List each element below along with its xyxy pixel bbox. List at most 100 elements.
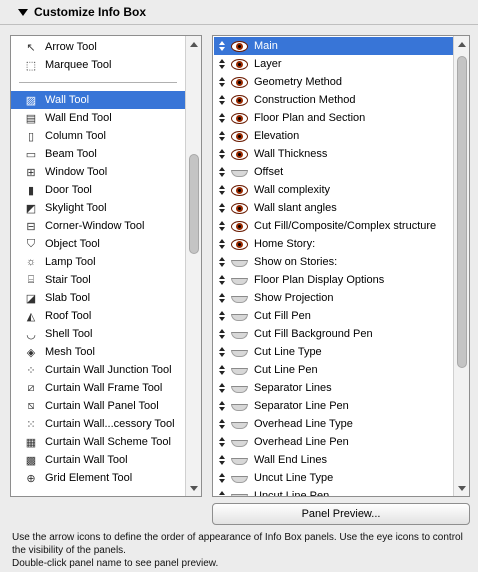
tool-list-item[interactable]: ▤ Wall End Tool: [11, 109, 185, 127]
reorder-arrows-icon[interactable]: [217, 273, 227, 287]
panel-list-item[interactable]: Offset: [214, 163, 453, 181]
eye-closed-icon[interactable]: [231, 455, 248, 466]
panel-list-item[interactable]: Wall complexity: [214, 181, 453, 199]
tool-list-item[interactable]: ▩ Curtain Wall Tool: [11, 451, 185, 469]
scroll-down-arrow-icon[interactable]: [186, 480, 201, 496]
reorder-arrows-icon[interactable]: [217, 291, 227, 305]
reorder-arrows-icon[interactable]: [217, 327, 227, 341]
panel-list-item[interactable]: Show on Stories:: [214, 253, 453, 271]
eye-closed-icon[interactable]: [231, 167, 248, 178]
eye-open-icon[interactable]: [231, 130, 248, 142]
eye-closed-icon[interactable]: [231, 329, 248, 340]
eye-open-icon[interactable]: [231, 220, 248, 232]
tool-list-item[interactable]: ◡ Shell Tool: [11, 325, 185, 343]
eye-closed-icon[interactable]: [231, 491, 248, 496]
reorder-arrows-icon[interactable]: [217, 183, 227, 197]
tool-list-item[interactable]: ◭ Roof Tool: [11, 307, 185, 325]
tool-list-item[interactable]: ▭ Beam Tool: [11, 145, 185, 163]
tool-list-item[interactable]: ▦ Curtain Wall Scheme Tool: [11, 433, 185, 451]
eye-closed-icon[interactable]: [231, 311, 248, 322]
tool-list-item[interactable]: ▯ Column Tool: [11, 127, 185, 145]
panel-list-item[interactable]: Floor Plan Display Options: [214, 271, 453, 289]
eye-open-icon[interactable]: [231, 202, 248, 214]
tool-list-item[interactable]: ◩ Skylight Tool: [11, 199, 185, 217]
tool-list-item[interactable]: ⧅ Curtain Wall Panel Tool: [11, 397, 185, 415]
reorder-arrows-icon[interactable]: [217, 129, 227, 143]
eye-closed-icon[interactable]: [231, 473, 248, 484]
reorder-arrows-icon[interactable]: [217, 165, 227, 179]
panel-list-item[interactable]: Layer: [214, 55, 453, 73]
reorder-arrows-icon[interactable]: [217, 75, 227, 89]
tool-list-item[interactable]: ⛉ Object Tool: [11, 235, 185, 253]
eye-open-icon[interactable]: [231, 238, 248, 250]
panel-list-item[interactable]: Main: [214, 37, 453, 55]
eye-closed-icon[interactable]: [231, 257, 248, 268]
eye-closed-icon[interactable]: [231, 293, 248, 304]
reorder-arrows-icon[interactable]: [217, 309, 227, 323]
eye-open-icon[interactable]: [231, 184, 248, 196]
reorder-arrows-icon[interactable]: [217, 471, 227, 485]
panel-list-item[interactable]: Separator Lines: [214, 379, 453, 397]
reorder-arrows-icon[interactable]: [217, 255, 227, 269]
panel-list-item[interactable]: Cut Fill Pen: [214, 307, 453, 325]
tool-list-item[interactable]: ⌸ Stair Tool: [11, 271, 185, 289]
reorder-arrows-icon[interactable]: [217, 39, 227, 53]
eye-open-icon[interactable]: [231, 148, 248, 160]
reorder-arrows-icon[interactable]: [217, 381, 227, 395]
panel-list-item[interactable]: Elevation: [214, 127, 453, 145]
panel-list-item[interactable]: Show Projection: [214, 289, 453, 307]
reorder-arrows-icon[interactable]: [217, 435, 227, 449]
panel-list-item[interactable]: Cut Fill/Composite/Complex structure: [214, 217, 453, 235]
tool-list-item[interactable]: ☼ Lamp Tool: [11, 253, 185, 271]
tool-list-item[interactable]: ◈ Mesh Tool: [11, 343, 185, 361]
reorder-arrows-icon[interactable]: [217, 417, 227, 431]
tool-list-item[interactable]: ▨ Wall Tool: [11, 91, 185, 109]
reorder-arrows-icon[interactable]: [217, 237, 227, 251]
eye-open-icon[interactable]: [231, 58, 248, 70]
scrollbar-thumb[interactable]: [189, 154, 199, 254]
tool-list-scrollbar[interactable]: [185, 36, 201, 496]
reorder-arrows-icon[interactable]: [217, 201, 227, 215]
panel-list-item[interactable]: Cut Line Type: [214, 343, 453, 361]
eye-closed-icon[interactable]: [231, 275, 248, 286]
tool-list-item[interactable]: ⊕ Grid Element Tool: [11, 469, 185, 487]
eye-closed-icon[interactable]: [231, 401, 248, 412]
reorder-arrows-icon[interactable]: [217, 93, 227, 107]
panel-list-item[interactable]: Wall slant angles: [214, 199, 453, 217]
panel-list-scrollbar[interactable]: [453, 36, 469, 496]
eye-open-icon[interactable]: [231, 40, 248, 52]
eye-open-icon[interactable]: [231, 112, 248, 124]
panel-list-item[interactable]: Separator Line Pen: [214, 397, 453, 415]
tool-list-item[interactable]: ↖ Arrow Tool: [11, 38, 185, 56]
scrollbar-thumb[interactable]: [457, 56, 467, 368]
eye-open-icon[interactable]: [231, 94, 248, 106]
reorder-arrows-icon[interactable]: [217, 57, 227, 71]
eye-closed-icon[interactable]: [231, 365, 248, 376]
tool-list-item[interactable]: ⁙ Curtain Wall...cessory Tool: [11, 415, 185, 433]
reorder-arrows-icon[interactable]: [217, 489, 227, 496]
eye-closed-icon[interactable]: [231, 347, 248, 358]
panel-list-item[interactable]: Overhead Line Pen: [214, 433, 453, 451]
scroll-up-arrow-icon[interactable]: [454, 36, 469, 52]
scroll-up-arrow-icon[interactable]: [186, 36, 201, 52]
reorder-arrows-icon[interactable]: [217, 363, 227, 377]
panel-list-item[interactable]: Floor Plan and Section: [214, 109, 453, 127]
panel-preview-button[interactable]: Panel Preview...: [212, 503, 470, 525]
panel-list-item[interactable]: Home Story:: [214, 235, 453, 253]
panel-list-item[interactable]: Construction Method: [214, 91, 453, 109]
eye-open-icon[interactable]: [231, 76, 248, 88]
panel-list-item[interactable]: Uncut Line Type: [214, 469, 453, 487]
panel-list-item[interactable]: Overhead Line Type: [214, 415, 453, 433]
tool-list-item[interactable]: ⊞ Window Tool: [11, 163, 185, 181]
reorder-arrows-icon[interactable]: [217, 147, 227, 161]
panel-list-item[interactable]: Wall End Lines: [214, 451, 453, 469]
reorder-arrows-icon[interactable]: [217, 453, 227, 467]
tool-list-item[interactable]: ⧄ Curtain Wall Frame Tool: [11, 379, 185, 397]
panel-list-item[interactable]: Geometry Method: [214, 73, 453, 91]
reorder-arrows-icon[interactable]: [217, 345, 227, 359]
panel-list-item[interactable]: Wall Thickness: [214, 145, 453, 163]
reorder-arrows-icon[interactable]: [217, 399, 227, 413]
customize-info-box-header[interactable]: Customize Info Box: [0, 0, 478, 24]
tool-list-item[interactable]: ◪ Slab Tool: [11, 289, 185, 307]
eye-closed-icon[interactable]: [231, 383, 248, 394]
